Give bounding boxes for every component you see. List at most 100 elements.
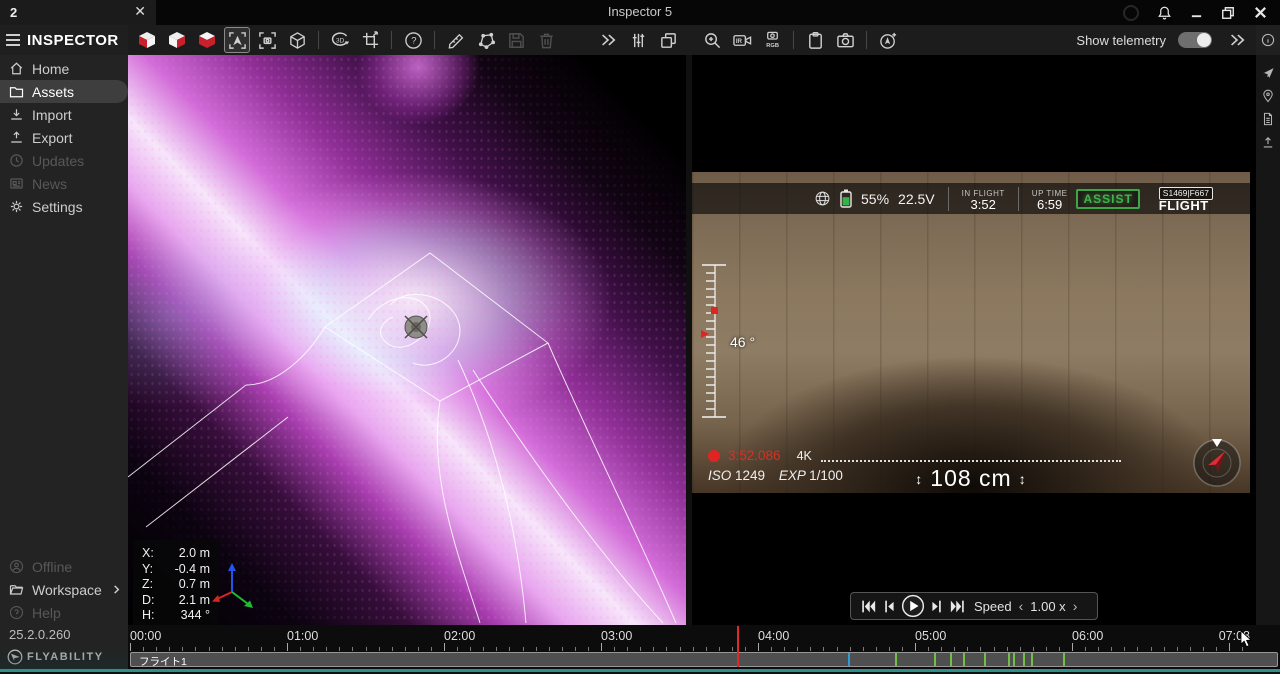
asset-cube-1-icon[interactable] [134,27,160,53]
app-version: 25.2.0.260 [9,627,70,642]
timeline-playhead[interactable] [737,626,739,667]
asset-cube-2-icon[interactable] [164,27,190,53]
flight-track-label: フライト1 [139,654,187,669]
updown-arrow-icon: ↕ [1019,471,1027,487]
record-time: 3:52.086 [728,448,781,463]
battery-icon [840,189,852,208]
battery-voltage: 22.5V [898,191,935,207]
axis-gizmo-icon [212,558,258,618]
timeline-time-label: 05:00 [915,629,946,643]
toolbar: 3D ? [128,25,1256,55]
bell-icon[interactable] [1157,5,1172,20]
bounding-box-icon[interactable] [284,27,310,53]
location-pin-icon[interactable] [1256,84,1280,107]
filters-icon[interactable] [625,27,651,53]
step-back-icon[interactable] [882,599,896,614]
poi-icon[interactable] [875,27,901,53]
event-marker[interactable] [895,653,897,666]
event-marker[interactable] [934,653,936,666]
layout-windows-icon[interactable] [655,27,681,53]
exp-label: EXP [779,468,806,483]
help-circle-icon [9,605,24,620]
ir-video-icon[interactable]: IR [729,27,755,53]
delete-icon [533,27,559,53]
sidebar-item-settings[interactable]: Settings [0,195,128,218]
asset-cube-3-icon[interactable] [194,27,220,53]
battery-percent: 55% [861,191,889,207]
show-telemetry-toggle[interactable] [1178,32,1212,48]
svg-text:?: ? [411,35,416,46]
titlebar: 2 ✕ Inspector 5 [0,0,1280,25]
workspace-folder-icon [9,582,24,597]
event-marker[interactable] [963,653,965,666]
zoom-in-icon[interactable] [699,27,725,53]
upload-icon[interactable] [1256,130,1280,153]
avatar[interactable] [1123,5,1139,21]
event-marker[interactable] [1013,653,1015,666]
screenshot-icon[interactable] [832,27,858,53]
brand-bar: INSPECTOR [0,25,128,55]
event-marker[interactable] [1008,653,1010,666]
close-icon[interactable] [1253,5,1268,20]
video-panel: 55% 22.5V IN FLIGHT 3:52 UP TIME 6:59 AS… [692,55,1256,625]
timeline-ticks [128,642,1280,651]
camera-video-feed[interactable]: 55% 22.5V IN FLIGHT 3:52 UP TIME 6:59 AS… [692,172,1250,493]
help-icon[interactable]: ? [400,27,426,53]
save-icon [503,27,529,53]
event-marker[interactable] [984,653,986,666]
news-icon [9,176,24,191]
sidebar-item-import[interactable]: Import [0,103,128,126]
capture-view-icon[interactable] [254,27,280,53]
timeline[interactable]: 00:0001:0002:0003:0004:0005:0006:0007:08… [128,625,1280,669]
compass-indicator [1192,438,1242,488]
event-marker[interactable] [848,653,850,666]
event-marker[interactable] [950,653,952,666]
sidebar-item-workspace[interactable]: Workspace [0,578,128,601]
svg-text:3D: 3D [336,38,345,45]
step-forward-icon[interactable] [930,599,944,614]
export-icon [9,130,24,145]
event-marker[interactable] [1023,653,1025,666]
rgb-video-icon[interactable]: RGB [759,27,785,53]
timeline-time-label: 03:00 [601,629,632,643]
polygon-icon[interactable] [473,27,499,53]
event-marker[interactable] [1063,653,1065,666]
home-icon [9,61,24,76]
svg-text:RGB: RGB [766,43,779,49]
svg-text:IR: IR [735,38,742,45]
info-icon[interactable] [1256,25,1280,55]
mouse-cursor [1240,631,1254,649]
skip-start-icon[interactable] [860,599,877,614]
airplane-icon[interactable] [1256,61,1280,84]
skip-end-icon[interactable] [949,599,966,614]
sidebar-item-assets[interactable]: Assets [0,80,128,103]
pointcloud-viewport[interactable]: X:2.0 m Y:-0.4 m Z:0.7 m D:2.1 m H:344 ° [128,55,686,625]
chevron-right-icon [111,584,122,595]
sidebar-item-home[interactable]: Home [0,57,128,80]
play-button[interactable] [901,594,925,618]
minimize-icon[interactable] [1190,6,1203,19]
flight-session: S1469|F667 FLIGHT [1159,186,1213,211]
panel-chevrons-icon[interactable] [1224,27,1250,53]
clipboard-icon[interactable] [802,27,828,53]
record-dot-icon [708,450,720,462]
camera-tilt-gauge [700,260,730,422]
more-chevrons-icon[interactable] [595,27,621,53]
user-status-icon [9,559,24,574]
telemetry-bar: 55% 22.5V IN FLIGHT 3:52 UP TIME 6:59 AS… [692,183,1250,214]
flight-track[interactable]: フライト1 [130,652,1278,667]
rotate-3d-icon[interactable]: 3D [327,27,353,53]
speed-up-icon[interactable]: › [1071,598,1080,614]
restore-icon[interactable] [1221,6,1235,20]
locate-drone-icon[interactable] [224,27,250,53]
measure-icon[interactable] [443,27,469,53]
event-marker[interactable] [1031,653,1033,666]
edge-column [1256,25,1280,625]
menu-icon[interactable] [6,34,20,46]
sidebar-item-help: Help [0,601,128,624]
speed-down-icon[interactable]: ‹ [1017,598,1026,614]
crop-icon[interactable] [357,27,383,53]
sidebar-item-export[interactable]: Export [0,126,128,149]
flight-mode-label: FLIGHT [1159,200,1213,211]
document-icon[interactable] [1256,107,1280,130]
